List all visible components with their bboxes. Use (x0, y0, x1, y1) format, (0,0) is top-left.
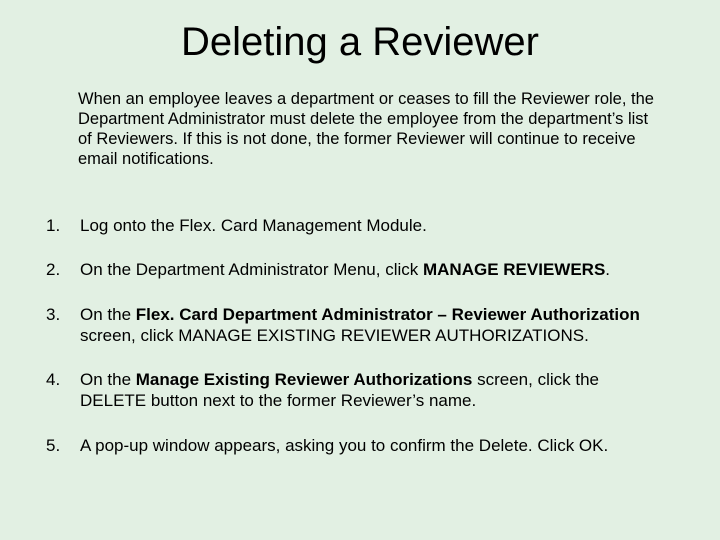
list-item: 2.On the Department Administrator Menu, … (46, 260, 660, 281)
step-number: 5. (46, 436, 80, 457)
step-number: 2. (46, 260, 80, 281)
step-number: 1. (46, 216, 80, 237)
list-item: 5.A pop-up window appears, asking you to… (46, 436, 660, 457)
slide-title: Deleting a Reviewer (46, 20, 674, 65)
step-number: 4. (46, 370, 80, 411)
step-text: On the Manage Existing Reviewer Authoriz… (80, 370, 660, 411)
intro-paragraph: When an employee leaves a department or … (78, 89, 658, 170)
list-item: 4.On the Manage Existing Reviewer Author… (46, 370, 660, 411)
slide: Deleting a Reviewer When an employee lea… (0, 0, 720, 540)
step-text: Log onto the Flex. Card Management Modul… (80, 216, 660, 237)
list-item: 1.Log onto the Flex. Card Management Mod… (46, 216, 660, 237)
step-text: On the Flex. Card Department Administrat… (80, 305, 660, 346)
step-text: A pop-up window appears, asking you to c… (80, 436, 660, 457)
step-text: On the Department Administrator Menu, cl… (80, 260, 660, 281)
step-list: 1.Log onto the Flex. Card Management Mod… (46, 192, 660, 481)
list-item: 3.On the Flex. Card Department Administr… (46, 305, 660, 346)
step-number: 3. (46, 305, 80, 346)
